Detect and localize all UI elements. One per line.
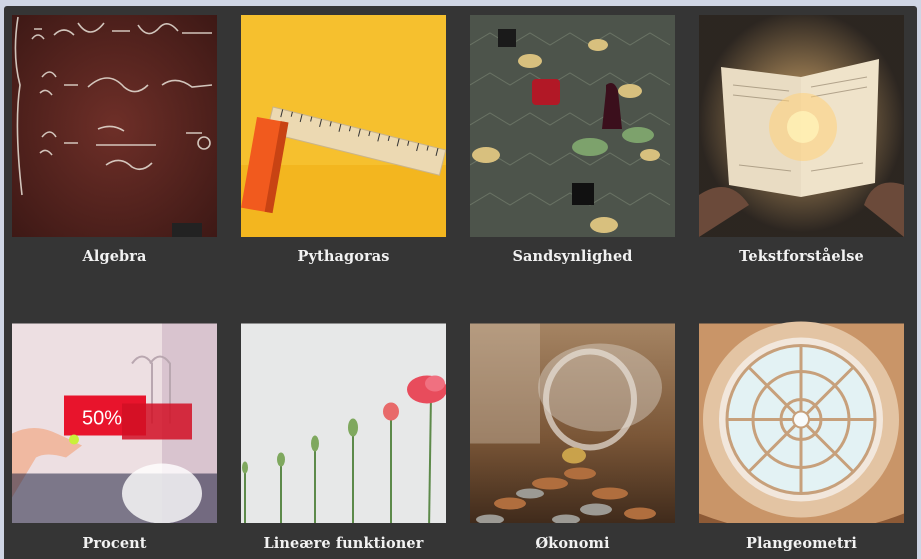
topic-label: Tekstforståelse (739, 248, 864, 265)
ruler-on-yellow-image (241, 15, 446, 237)
topic-grid-panel: Algebra Pythagoras Sandsynlighed Tekstfo… (4, 6, 917, 559)
topic-card-procent[interactable]: 50% Procent (12, 316, 217, 559)
topic-card-sandsynlighed[interactable]: Sandsynlighed (470, 15, 675, 265)
sale-tag-50-percent-image: 50% (12, 316, 217, 523)
topic-label: Plangeometri (746, 535, 857, 552)
topic-label: Algebra (82, 248, 147, 265)
topic-card-plangeometri[interactable]: Plangeometri (699, 316, 904, 559)
topic-label: Pythagoras (297, 248, 390, 265)
flower-stems-image (241, 316, 446, 523)
topic-label: Sandsynlighed (512, 248, 633, 265)
topic-card-lineaere-funktioner[interactable]: Lineære funktioner (241, 316, 446, 559)
coin-jar-image (470, 316, 675, 523)
board-game-pieces-image (470, 15, 675, 237)
topic-label: Procent (82, 535, 147, 552)
sale-tag-text: 50% (82, 408, 122, 430)
topic-grid: Algebra Pythagoras Sandsynlighed Tekstfo… (4, 6, 917, 559)
topic-card-tekstforstaaelse[interactable]: Tekstforståelse (699, 15, 904, 265)
chalkboard-equations-image (12, 15, 217, 237)
topic-card-pythagoras[interactable]: Pythagoras (241, 15, 446, 265)
glass-dome-ceiling-image (699, 316, 904, 523)
topic-label: Lineære funktioner (263, 535, 424, 552)
glowing-book-image (699, 15, 904, 237)
topic-card-oekonomi[interactable]: Økonomi (470, 316, 675, 559)
topic-card-algebra[interactable]: Algebra (12, 15, 217, 265)
topic-label: Økonomi (535, 535, 610, 552)
